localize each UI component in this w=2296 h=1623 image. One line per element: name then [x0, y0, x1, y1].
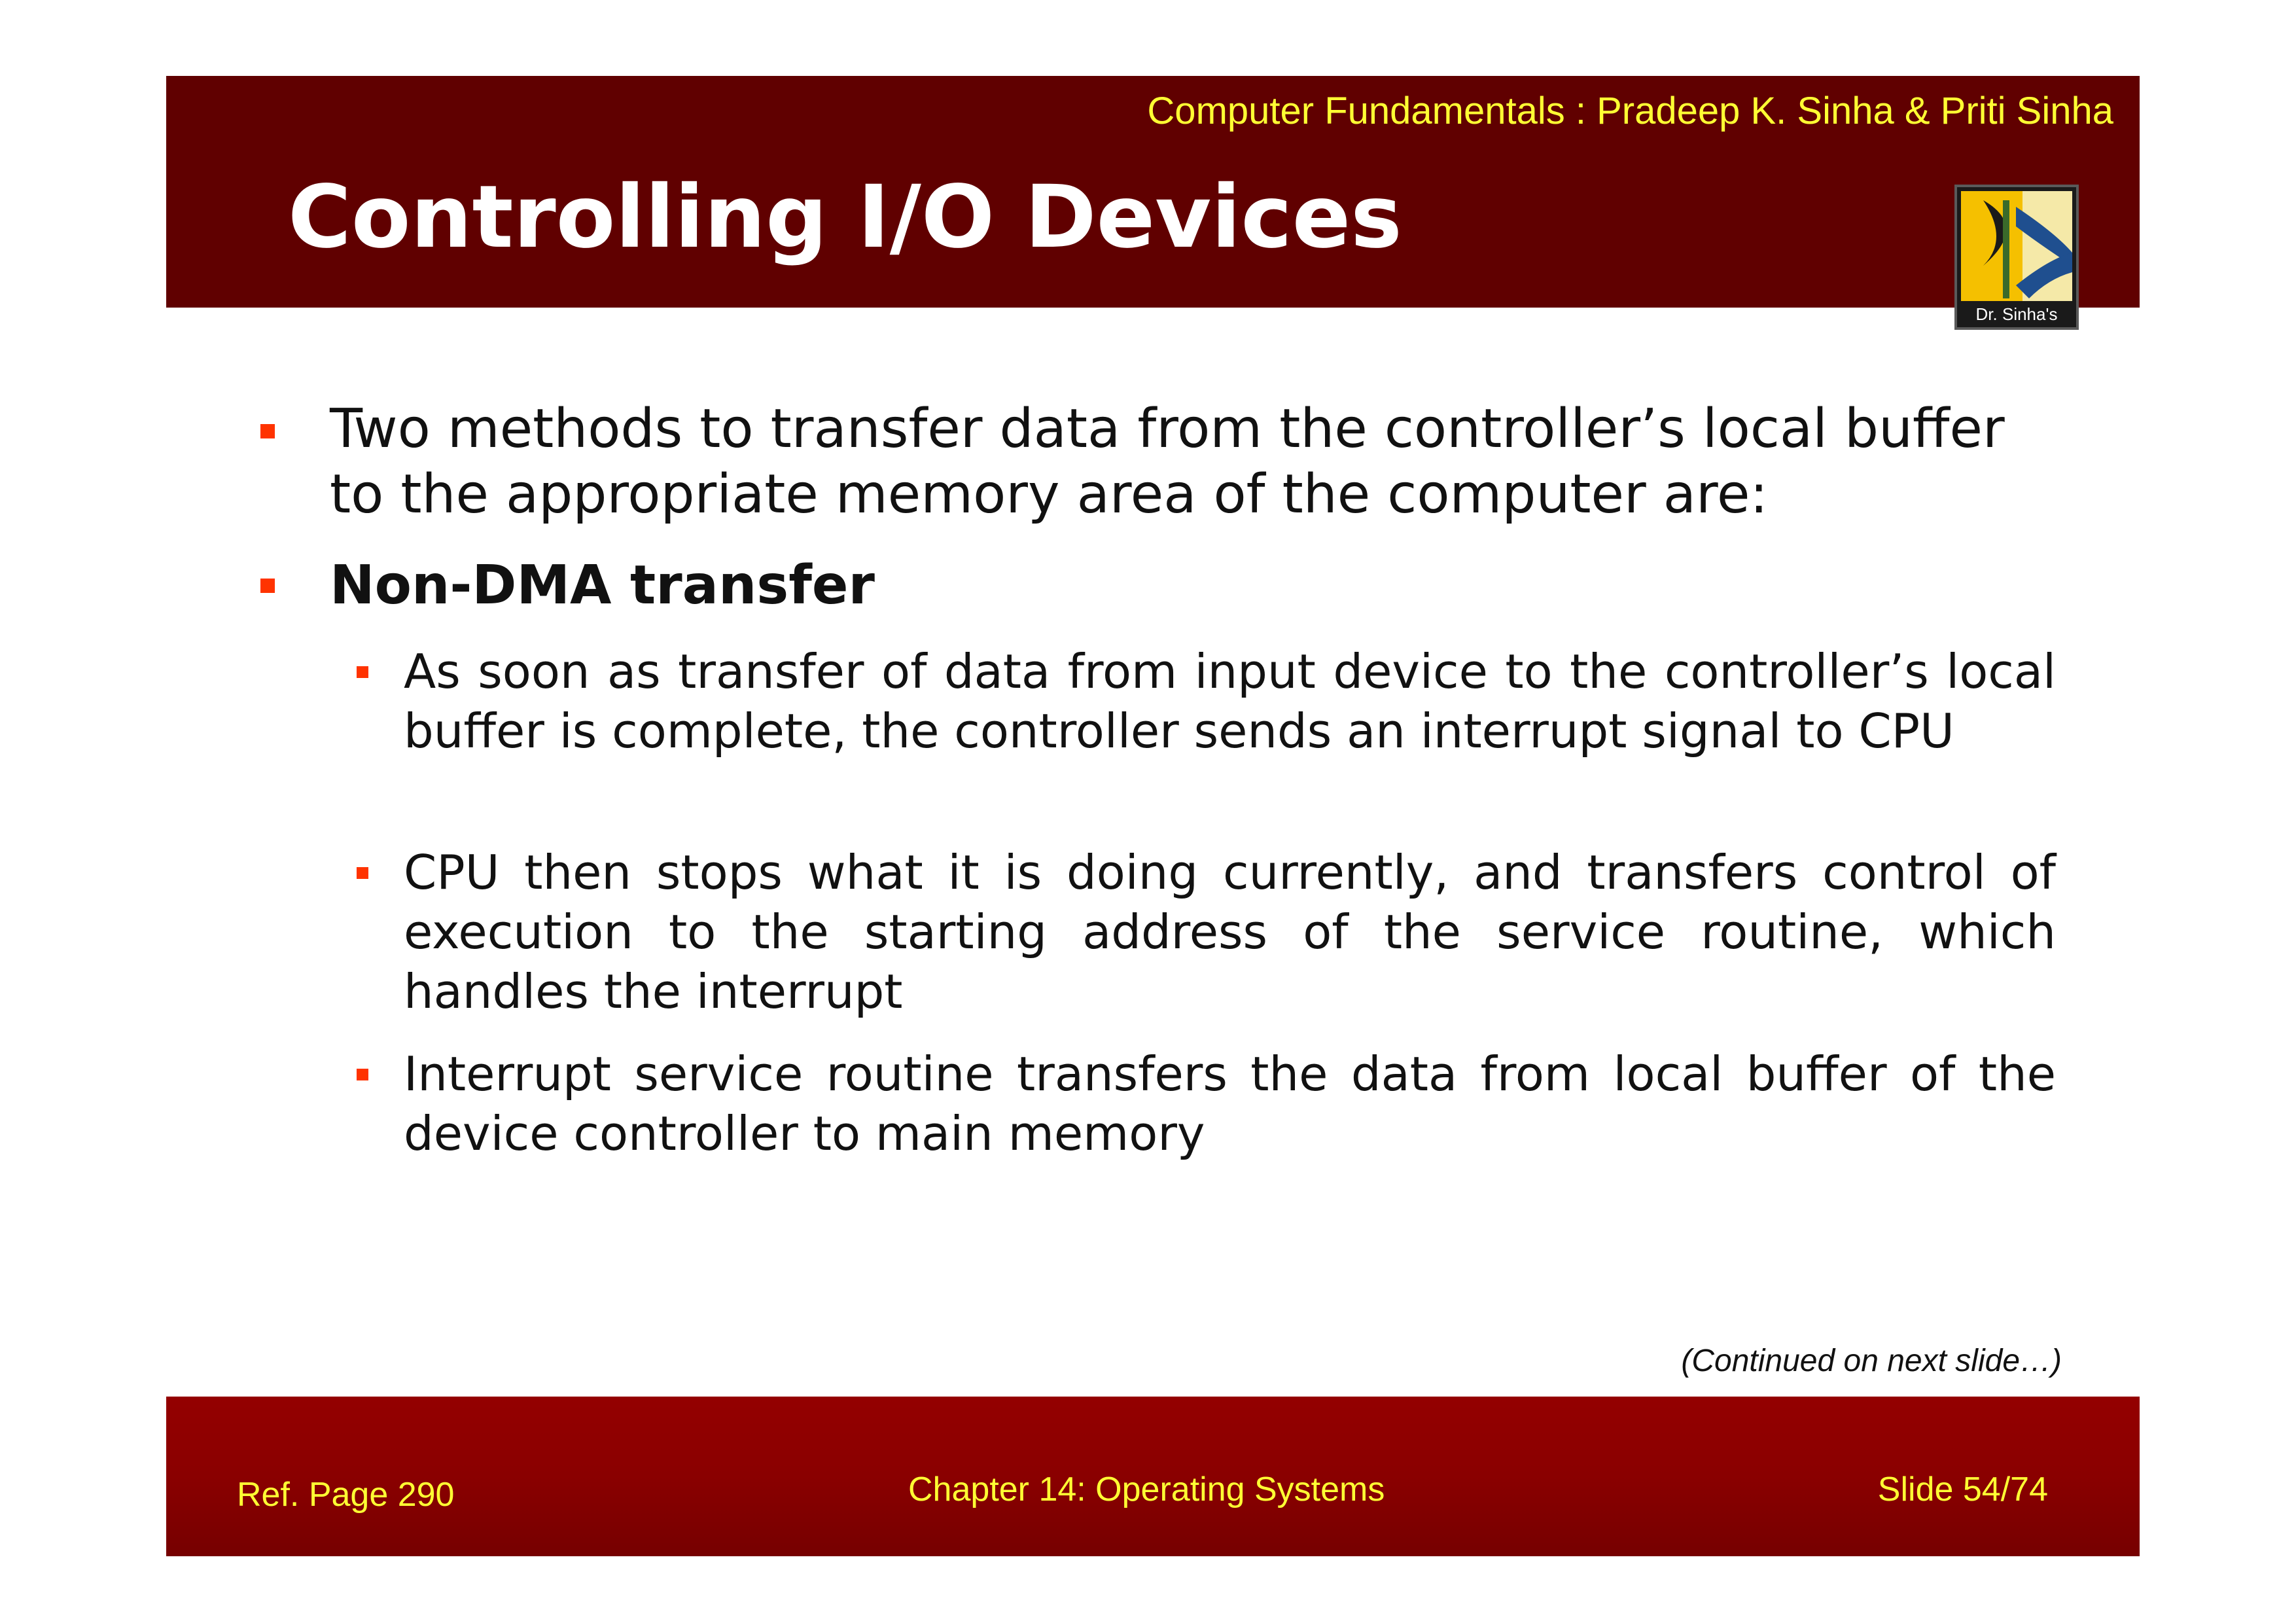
square-bullet-icon — [260, 579, 275, 593]
ref-page: Ref. Page 290 — [237, 1476, 455, 1514]
sub-item-3: Interrupt service routine transfers the … — [404, 1046, 2056, 1161]
chapter-label: Chapter 14: Operating Systems — [908, 1471, 1385, 1508]
square-bullet-icon — [357, 867, 368, 879]
logo-caption: Dr. Sinha's — [1975, 304, 2058, 324]
sub-item-1: As soon as transfer of data from input d… — [404, 644, 2056, 758]
body-item-2-heading: Non-DMA transfer — [330, 554, 875, 616]
slide-number: Slide 54/74 — [1877, 1471, 2048, 1508]
dr-sinha-logo-icon: Dr. Sinha's — [1954, 185, 2079, 330]
book-title: Computer Fundamentals : Pradeep K. Sinha… — [1147, 90, 2113, 132]
slide-footer: Ref. Page 290 Chapter 14: Operating Syst… — [166, 1397, 2140, 1556]
slide-header: Computer Fundamentals : Pradeep K. Sinha… — [166, 76, 2140, 308]
sub-item-2: CPU then stops what it is doing currentl… — [404, 845, 2056, 1019]
square-bullet-icon — [260, 424, 275, 438]
square-bullet-icon — [357, 666, 368, 678]
body-item-1: Two methods to transfer data from the co… — [330, 398, 2005, 526]
continued-note: (Continued on next slide…) — [1681, 1344, 2062, 1378]
slide-title: Controlling I/O Devices — [288, 167, 1402, 268]
square-bullet-icon — [357, 1069, 368, 1080]
